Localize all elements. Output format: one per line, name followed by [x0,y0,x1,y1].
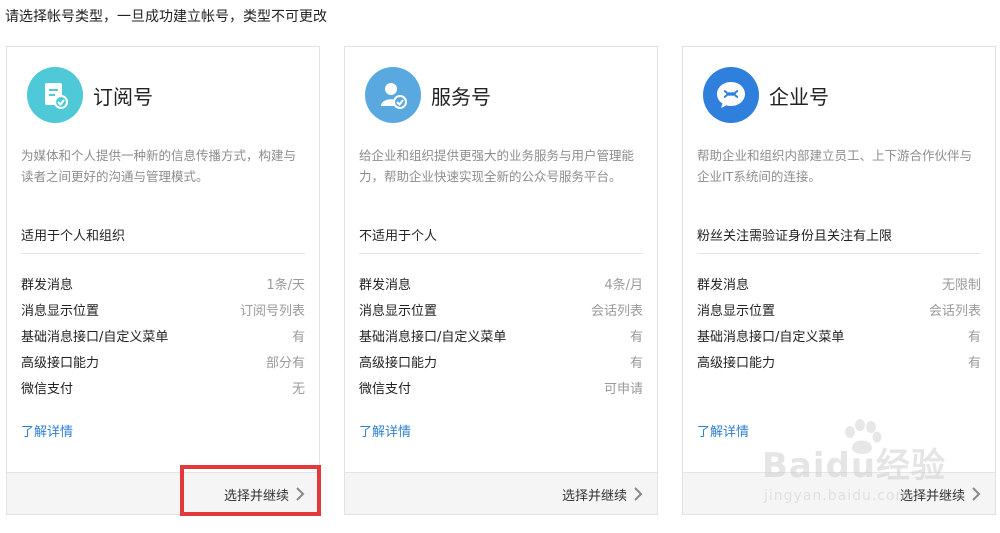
feature-value: 会话列表 [928,304,981,319]
feature-value: 订阅号列表 [239,304,305,319]
feature-name: 微信支付 [21,382,74,397]
feature-name: 基础消息接口/自定义菜单 [697,330,845,345]
feature-list: 群发消息 4条/月 消息显示位置 会话列表 基础消息接口/自定义菜单有 高级接口能力… [359,273,643,403]
enterprise-chat-icon [703,67,759,123]
chevron-right-icon [296,487,305,501]
account-type-card-service: 服务号 给企业和组织提供更强大的业务服务与用户管理能力，帮助企业快速实现全新的公… [344,46,658,515]
learn-more-link[interactable]: 了解详情 [697,421,749,440]
card-suitability: 粉丝关注需验证身份且关注有上限 [697,229,893,244]
feature-value: 1条/天 [266,278,305,293]
feature-row: 微信支付 无 [21,377,305,403]
feature-name: 基础消息接口/自定义菜单 [359,330,507,345]
feature-row: 消息显示位置 订阅号列表 [21,299,305,325]
divider [359,253,643,254]
feature-name: 微信支付 [359,382,412,397]
card-header: 服务号 [365,67,491,123]
select-continue-label: 选择并继续 [561,488,627,504]
feature-value: 无限制 [941,278,981,293]
feature-row: 高级接口能力 有 [697,351,981,377]
feature-value: 会话列表 [590,304,643,319]
select-continue-button[interactable]: 选择并继续 [562,473,643,515]
feature-row: 基础消息接口/自定义菜单 有 [359,325,643,351]
feature-name: 群发消息 [359,278,412,293]
feature-name: 群发消息 [21,278,74,293]
card-header: 订阅号 [27,67,153,123]
feature-list: 群发消息 1条/天 消息显示位置 订阅号列表 基础消息接口/自定义菜单 有 高级接口能… [21,273,305,403]
feature-value: 有 [967,330,981,345]
feature-row: 基础消息接口/自定义菜单 有 [697,325,981,351]
feature-row: 基础消息接口/自定义菜单 有 [21,325,305,351]
chevron-right-icon [972,487,981,501]
feature-name: 群发消息 [697,278,750,293]
feature-value: 无 [291,382,305,397]
feature-value: 部分有 [265,356,305,371]
learn-more-link[interactable]: 了解详情 [21,421,73,440]
feature-value: 4条/月 [604,278,643,293]
card-footer: 选择并继续 [7,472,319,514]
card-title: 企业号 [769,84,829,109]
feature-row: 消息显示位置 会话列表 [359,299,643,325]
learn-more-link[interactable]: 了解详情 [359,421,411,440]
account-type-card-subscription: 订阅号 为媒体和个人提供一种新的信息传播方式，构建与读者之间更好的沟通与管理模式… [6,46,320,515]
feature-row: 高级接口能力 部分有 [21,351,305,377]
select-continue-button[interactable]: 选择并继续 [224,473,305,515]
card-footer: 选择并继续 [683,472,995,514]
page-heading: 请选择帐号类型，一旦成功建立帐号，类型不可更改 [5,9,327,25]
feature-value: 有 [629,356,643,371]
card-header: 企业号 [703,67,829,123]
divider [697,253,981,254]
feature-name: 消息显示位置 [21,304,100,319]
feature-row: 群发消息 4条/月 [359,273,643,299]
select-continue-label: 选择并继续 [223,488,289,504]
card-description: 为媒体和个人提供一种新的信息传播方式，构建与读者之间更好的沟通与管理模式。 [21,148,297,184]
card-title: 订阅号 [93,84,153,109]
feature-name: 基础消息接口/自定义菜单 [21,330,169,345]
card-suitability: 不适用于个人 [359,229,438,244]
chevron-right-icon [634,487,643,501]
user-check-icon [365,67,421,123]
feature-name: 消息显示位置 [697,304,776,319]
divider [21,253,305,254]
feature-value: 有 [967,356,981,371]
feature-name: 高级接口能力 [697,356,776,371]
feature-list: 群发消息 无限制 消息显示位置 会话列表 基础消息接口/自定义菜单有 高级接口能力有 [697,273,981,377]
card-footer: 选择并继续 [345,472,657,514]
feature-row: 高级接口能力 有 [359,351,643,377]
select-continue-button[interactable]: 选择并继续 [900,473,981,515]
feature-name: 高级接口能力 [359,356,438,371]
card-suitability: 适用于个人和组织 [21,229,126,244]
feature-value: 有 [629,330,643,345]
document-check-icon [27,67,83,123]
feature-value: 有 [291,330,305,345]
feature-row: 群发消息 无限制 [697,273,981,299]
feature-row: 群发消息 1条/天 [21,273,305,299]
feature-row: 微信支付 可申请 [359,377,643,403]
feature-value: 可申请 [603,382,643,397]
feature-row: 消息显示位置 会话列表 [697,299,981,325]
card-description: 给企业和组织提供更强大的业务服务与用户管理能力，帮助企业快速实现全新的公众号服务… [359,148,635,184]
account-type-card-enterprise: 企业号 帮助企业和组织内部建立员工、上下游合作伙伴与企业IT系统间的连接。 粉丝… [682,46,996,515]
feature-name: 高级接口能力 [21,356,100,371]
feature-name: 消息显示位置 [359,304,438,319]
select-continue-label: 选择并继续 [899,488,965,504]
card-title: 服务号 [431,84,491,109]
card-description: 帮助企业和组织内部建立员工、上下游合作伙伴与企业IT系统间的连接。 [697,148,973,184]
